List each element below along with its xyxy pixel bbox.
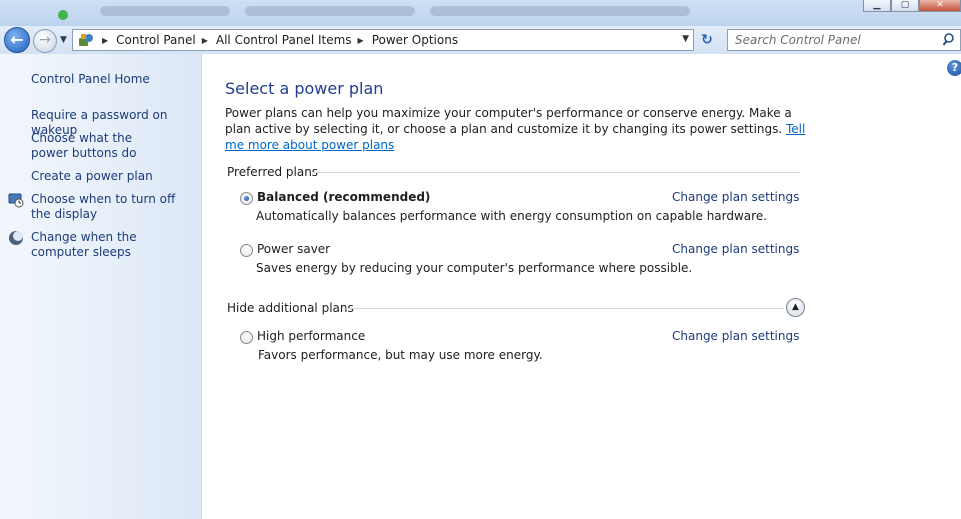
intro-paragraph: Power plans can help you maximize your c… (225, 105, 810, 153)
control-panel-icon (76, 31, 96, 49)
radio-high-performance[interactable] (240, 331, 253, 344)
navigation-bar: ← → ▼ ▶ Control Panel ▶ All Control Pane… (0, 26, 961, 54)
title-blur (245, 6, 415, 16)
forward-arrow-icon: → (39, 32, 51, 48)
sidebar: Control Panel Home Require a password on… (0, 54, 202, 519)
change-plan-settings-high-performance[interactable]: Change plan settings (672, 329, 799, 343)
sidebar-turn-off-display[interactable]: Choose when to turn off the display (31, 192, 196, 222)
search-icon[interactable] (942, 32, 958, 48)
hide-additional-plans-header[interactable]: Hide additional plans (227, 301, 354, 315)
plan-desc-high-performance: Favors performance, but may use more ene… (258, 348, 543, 362)
forward-button[interactable]: → (33, 29, 57, 53)
sidebar-computer-sleeps[interactable]: Change when the computer sleeps (31, 230, 196, 260)
breadcrumb-separator-icon[interactable]: ▶ (358, 36, 364, 45)
address-bar[interactable]: ▶ Control Panel ▶ All Control Panel Item… (72, 29, 694, 51)
search-input[interactable] (728, 30, 938, 50)
plan-desc-balanced: Automatically balances performance with … (256, 209, 768, 223)
title-blur (430, 6, 690, 16)
recent-pages-dropdown[interactable]: ▼ (60, 35, 67, 45)
search-box (727, 29, 961, 51)
maximize-button[interactable]: ▢ (891, 0, 919, 12)
minimize-button[interactable]: ▁ (863, 0, 891, 12)
sidebar-control-panel-home[interactable]: Control Panel Home (31, 72, 150, 87)
display-clock-icon (8, 193, 24, 208)
intro-text: Power plans can help you maximize your c… (225, 106, 792, 136)
breadcrumb-all-items[interactable]: All Control Panel Items (216, 33, 352, 47)
plan-name-balanced[interactable]: Balanced (recommended) (257, 190, 430, 204)
title-blur (100, 6, 230, 16)
breadcrumb-power-options[interactable]: Power Options (372, 33, 458, 47)
back-button[interactable]: ← (4, 27, 30, 53)
sidebar-create-plan[interactable]: Create a power plan (31, 169, 199, 184)
sidebar-power-buttons[interactable]: Choose what the power buttons do (31, 131, 171, 161)
breadcrumb-separator-icon: ▶ (102, 35, 109, 45)
change-plan-settings-balanced[interactable]: Change plan settings (672, 190, 799, 204)
window-controls: ▁ ▢ ✕ (863, 0, 961, 12)
address-dropdown-icon[interactable]: ▼ (682, 34, 689, 44)
preferred-plans-header: Preferred plans (227, 165, 319, 179)
group-divider (346, 308, 784, 309)
refresh-icon: ↻ (701, 32, 713, 48)
plan-desc-power-saver: Saves energy by reducing your computer's… (256, 261, 693, 275)
radio-balanced[interactable] (240, 192, 253, 205)
breadcrumb-separator-icon[interactable]: ▶ (202, 36, 208, 45)
page-title: Select a power plan (225, 79, 384, 98)
title-bar: ▁ ▢ ✕ (0, 0, 961, 26)
moon-sleep-icon (9, 231, 23, 245)
radio-power-saver[interactable] (240, 244, 253, 257)
change-plan-settings-power-saver[interactable]: Change plan settings (672, 242, 799, 256)
collapse-chevron-up-icon[interactable]: ▲ (786, 298, 805, 317)
breadcrumb-control-panel[interactable]: Control Panel (116, 33, 196, 47)
back-arrow-icon: ← (10, 30, 24, 49)
help-icon[interactable]: ? (947, 60, 961, 76)
app-status-icon (58, 10, 68, 20)
refresh-button[interactable]: ↻ (697, 31, 717, 51)
close-button[interactable]: ✕ (919, 0, 961, 12)
plan-name-high-performance[interactable]: High performance (257, 329, 365, 343)
group-divider (312, 172, 800, 173)
plan-name-power-saver[interactable]: Power saver (257, 242, 330, 256)
